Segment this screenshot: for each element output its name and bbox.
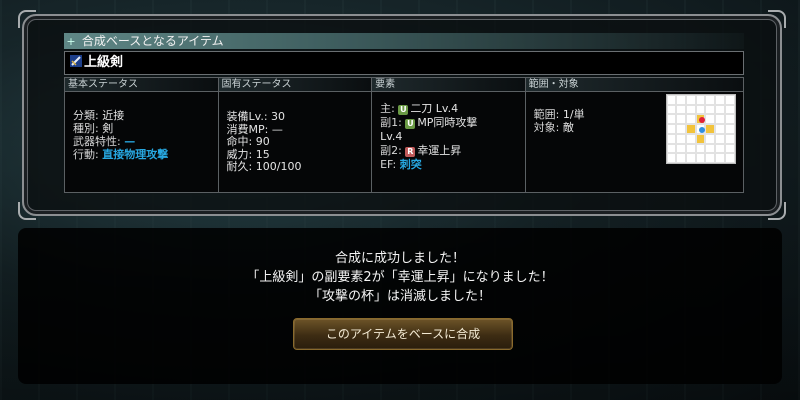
action-value: 直接物理攻撃 bbox=[102, 148, 169, 161]
range-cell bbox=[705, 124, 716, 134]
frame-ornament bbox=[768, 202, 786, 220]
main-element-label: 主: bbox=[380, 102, 395, 115]
rare-badge-icon: R bbox=[405, 147, 416, 157]
main-element-row: 主: U 二刀 Lv.4 bbox=[380, 102, 525, 116]
weapon-trait-row: 武器特性: — bbox=[73, 135, 218, 148]
sub1-element-level: Lv.4 bbox=[380, 130, 403, 143]
action-row: 行動: 直接物理攻撃 bbox=[73, 148, 218, 161]
target-value: 敵 bbox=[562, 121, 574, 134]
classification-row: 分類: 近接 bbox=[73, 109, 218, 122]
target-cell bbox=[695, 114, 706, 125]
result-message-consumed: 「攻撃の杯」は消滅しました！ bbox=[308, 289, 491, 304]
item-name-bar: 上級剣 bbox=[64, 51, 744, 75]
weapon-trait-value: — bbox=[124, 135, 136, 148]
equip-level: 装備Lv.: 30 bbox=[226, 110, 286, 123]
accuracy: 命中: 90 bbox=[226, 135, 270, 148]
frame-ornament bbox=[18, 10, 36, 28]
unique-status-header: 固有ステータス bbox=[218, 78, 372, 92]
sub2-element-value: 幸運上昇 bbox=[417, 144, 462, 157]
elements-column: 要素 主: U 二刀 Lv.4 副1: U MP同時攻撃 Lv.4 副2: R 幸運上… bbox=[372, 78, 526, 192]
type-row: 種別: 剣 bbox=[73, 122, 218, 135]
range-cell bbox=[695, 133, 706, 144]
action-label: 行動: bbox=[73, 148, 99, 161]
basic-status-header: 基本ステータス bbox=[65, 78, 218, 92]
sub1-element-row: 副1: U MP同時攻撃 bbox=[380, 116, 525, 130]
type-value: 剣 bbox=[102, 122, 114, 135]
weapon-trait-label: 武器特性: bbox=[73, 135, 121, 148]
base-item-section-header: + 合成ベースとなるアイテム bbox=[64, 33, 744, 49]
target-label: 対象: bbox=[533, 121, 560, 134]
classification-value: 近接 bbox=[102, 109, 125, 122]
sword-icon bbox=[70, 55, 82, 67]
basic-status-column: 基本ステータス 分類: 近接 種別: 剣 武器特性: — 行動: 直接物理攻撃 bbox=[65, 78, 219, 192]
unique-status-column: 固有ステータス 装備Lv.: 30 消費MP: — 命中: 90 威力: 15 … bbox=[218, 78, 373, 192]
range-grid-diagram bbox=[665, 94, 736, 164]
durability: 耐久: 100/100 bbox=[226, 160, 302, 173]
synthesis-result-dialog: 合成に成功しました！ 「上級剣」の副要素2が「幸運上昇」になりました！ 「攻撃の… bbox=[18, 228, 782, 384]
item-name: 上級剣 bbox=[84, 55, 124, 70]
ef-row: EF: 刺突 bbox=[380, 158, 525, 172]
result-message-success: 合成に成功しました！ bbox=[334, 251, 465, 266]
elements-header: 要素 bbox=[372, 78, 525, 92]
uncommon-badge-icon: U bbox=[405, 119, 416, 129]
sub2-element-row: 副2: R 幸運上昇 bbox=[380, 144, 525, 158]
plus-icon: + bbox=[66, 35, 76, 48]
main-element-value: 二刀 Lv.4 bbox=[410, 102, 459, 115]
range-cell bbox=[686, 124, 696, 134]
frame-ornament bbox=[768, 10, 786, 28]
classification-label: 分類: bbox=[73, 109, 99, 122]
section-title: 合成ベースとなるアイテム bbox=[81, 34, 224, 48]
sub1-element-value: MP同時攻撃 bbox=[417, 116, 478, 129]
sub2-element-label: 副2: bbox=[380, 144, 402, 157]
frame-ornament bbox=[18, 202, 36, 220]
ef-label: EF: bbox=[380, 158, 397, 171]
range-target-column: 範囲・対象 範囲: 1/単 対象: 敵 bbox=[525, 78, 743, 192]
item-stats-table: 基本ステータス 分類: 近接 種別: 剣 武器特性: — 行動: 直接物理攻撃 … bbox=[64, 77, 744, 193]
uncommon-badge-icon: U bbox=[398, 105, 409, 115]
type-label: 種別: bbox=[73, 122, 99, 135]
synthesize-as-base-button[interactable]: このアイテムをベースに合成 bbox=[293, 318, 513, 350]
range-label: 範囲: bbox=[533, 108, 560, 121]
user-cell bbox=[695, 124, 706, 134]
sub1-element-label: 副1: bbox=[380, 116, 402, 129]
ef-value: 刺突 bbox=[399, 158, 422, 171]
result-message-change: 「上級剣」の副要素2が「幸運上昇」になりました！ bbox=[246, 270, 554, 285]
range-target-header: 範囲・対象 bbox=[525, 78, 743, 92]
range-value: 1/単 bbox=[562, 108, 585, 121]
